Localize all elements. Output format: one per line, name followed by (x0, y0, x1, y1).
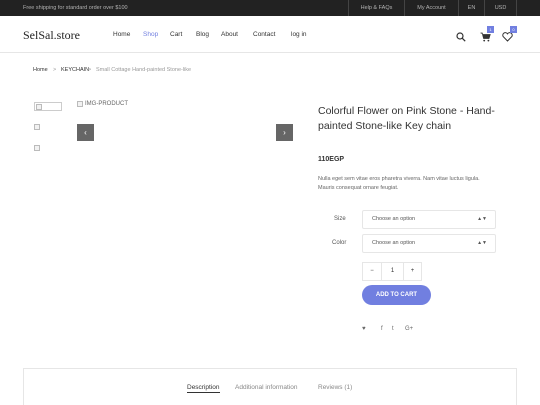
nav-home[interactable]: Home (113, 31, 130, 38)
currency-selector[interactable]: USD (484, 0, 517, 16)
broken-image-icon (36, 104, 42, 110)
size-select-value: Choose an option (372, 216, 416, 222)
breadcrumb-current: Small Cottage Hand-painted Stone-like (96, 67, 192, 73)
breadcrumb-separator: > (53, 67, 57, 73)
google-plus-icon[interactable]: G+ (405, 326, 413, 332)
tab-additional-information[interactable]: Additional information (235, 384, 298, 391)
breadcrumb-category[interactable]: KEYCHAIN (61, 67, 89, 73)
nav-about[interactable]: About (221, 31, 238, 38)
nav-cart[interactable]: Cart (170, 31, 182, 38)
size-label: Size (334, 216, 346, 222)
shipping-notice: Free shipping for standard order over $1… (23, 5, 128, 11)
color-label: Color (332, 240, 347, 246)
add-to-cart-button[interactable]: ADD TO CART (362, 285, 431, 305)
nav-contact[interactable]: Contact (253, 31, 275, 38)
breadcrumb-separator: > (88, 67, 92, 73)
product-title: Colorful Flower on Pink Stone - Hand-pai… (318, 105, 495, 132)
color-select[interactable]: Choose an option ▲▼ (362, 234, 496, 253)
top-bar: Free shipping for standard order over $1… (0, 0, 540, 16)
size-select[interactable]: Choose an option ▲▼ (362, 210, 496, 229)
quantity-minus-button[interactable]: − (363, 263, 382, 280)
site-logo[interactable]: SelSal.store (23, 28, 80, 43)
quantity-stepper: − 1 + (362, 262, 422, 281)
broken-image-icon (77, 101, 83, 107)
main-product-image: IMG-PRODUCT (85, 101, 128, 107)
tab-reviews[interactable]: Reviews (1) (318, 384, 352, 391)
tab-description[interactable]: Description (187, 384, 220, 393)
nav-blog[interactable]: Blog (196, 31, 209, 38)
gallery-thumbnail[interactable] (34, 145, 40, 151)
facebook-icon[interactable]: f (381, 326, 383, 332)
add-to-wishlist-icon[interactable]: ♥ (362, 326, 366, 332)
prev-arrow-button[interactable]: ‹ (77, 124, 94, 141)
gallery-thumbnail[interactable] (34, 124, 40, 130)
next-arrow-button[interactable]: › (276, 124, 293, 141)
color-select-value: Choose an option (372, 240, 416, 246)
product-description: Nulla eget sem vitae eros pharetra viver… (318, 176, 480, 191)
language-selector[interactable]: EN (458, 0, 484, 16)
nav-login[interactable]: log in (291, 31, 307, 38)
select-arrows-icon: ▲▼ (477, 216, 487, 222)
wishlist-count-badge: 0 (510, 26, 517, 33)
my-account-link[interactable]: My Account (404, 0, 458, 16)
twitter-icon[interactable]: t (392, 326, 394, 332)
quantity-plus-button[interactable]: + (403, 263, 421, 280)
select-arrows-icon: ▲▼ (477, 240, 487, 246)
quantity-input[interactable]: 1 (382, 263, 403, 280)
search-icon[interactable] (456, 29, 466, 47)
gallery-thumbnail[interactable] (34, 102, 62, 111)
cart-count-badge: 1 (487, 26, 494, 33)
nav-shop[interactable]: Shop (143, 31, 158, 38)
help-faqs-link[interactable]: Help & FAQs (348, 0, 404, 16)
breadcrumb-home[interactable]: Home (33, 67, 48, 73)
main-header: SelSal.store Home Shop Cart Blog About C… (0, 16, 540, 53)
product-price: 110EGP (318, 156, 345, 163)
